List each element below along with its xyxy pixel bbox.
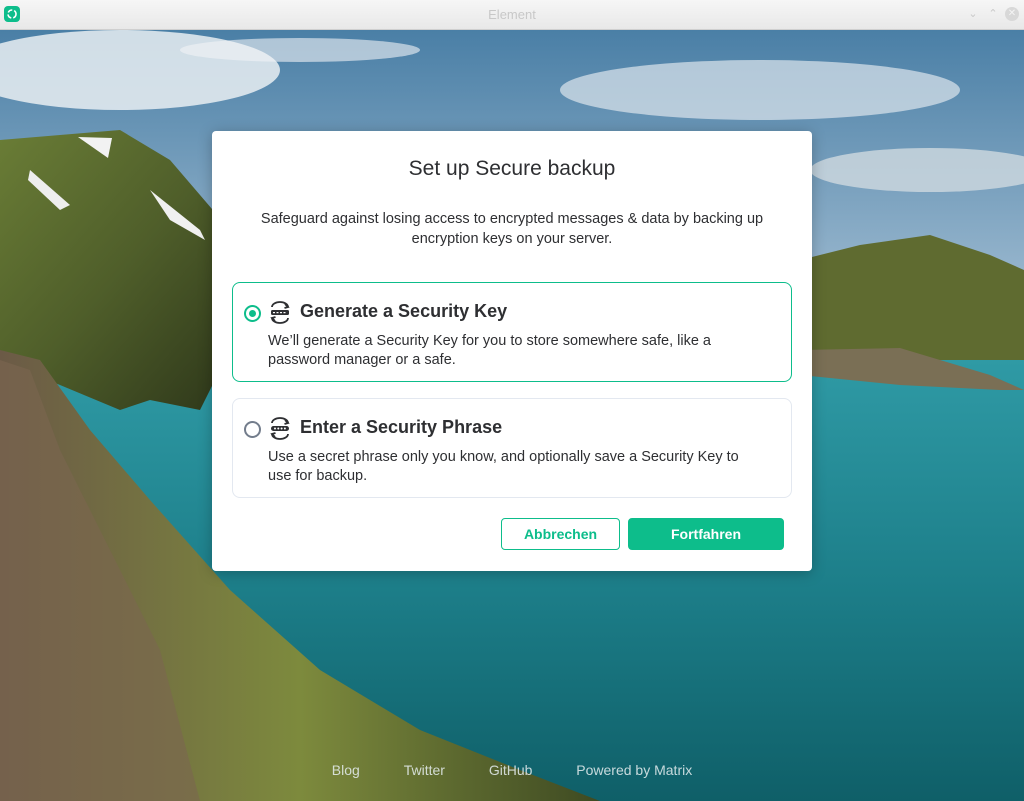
security-phrase-icon: [270, 417, 290, 440]
continue-button[interactable]: Fortfahren: [628, 518, 784, 550]
minimize-icon[interactable]: ⌄: [966, 7, 980, 21]
dialog-description: Safeguard against losing access to encry…: [260, 211, 764, 247]
secure-backup-dialog: Set up Secure backup Safeguard against l…: [212, 131, 812, 571]
option-description: Use a secret phrase only you know, and o…: [268, 449, 739, 484]
window-title: Element: [488, 7, 536, 22]
option-title: Generate a Security Key: [300, 301, 508, 321]
option-title: Enter a Security Phrase: [300, 417, 503, 437]
option-description: We’ll generate a Security Key for you to…: [268, 333, 712, 368]
maximize-icon[interactable]: ⌃: [986, 7, 1000, 21]
title-bar: Element ⌄ ⌃ ✕: [0, 0, 1024, 30]
security-key-icon: [270, 301, 290, 324]
footer-link-github[interactable]: GitHub: [489, 762, 533, 778]
footer-link-twitter[interactable]: Twitter: [404, 762, 445, 778]
footer-link-blog[interactable]: Blog: [332, 762, 360, 778]
app-window: Element ⌄ ⌃ ✕ Set up Secure backup Safeg…: [0, 0, 1024, 801]
close-icon[interactable]: ✕: [1005, 7, 1019, 21]
option-generate-security-key[interactable]: Generate a Security Key We’ll generate a…: [232, 282, 792, 382]
cancel-button[interactable]: Abbrechen: [501, 518, 620, 550]
radio-generate-security-key[interactable]: [244, 305, 261, 322]
dialog-title: Set up Secure backup: [408, 157, 616, 180]
option-enter-security-phrase[interactable]: Enter a Security Phrase Use a secret phr…: [232, 398, 792, 498]
footer-links: Blog Twitter GitHub Powered by Matrix: [0, 762, 1024, 778]
radio-enter-security-phrase[interactable]: [244, 421, 261, 438]
footer-link-powered-by-matrix[interactable]: Powered by Matrix: [576, 762, 692, 778]
